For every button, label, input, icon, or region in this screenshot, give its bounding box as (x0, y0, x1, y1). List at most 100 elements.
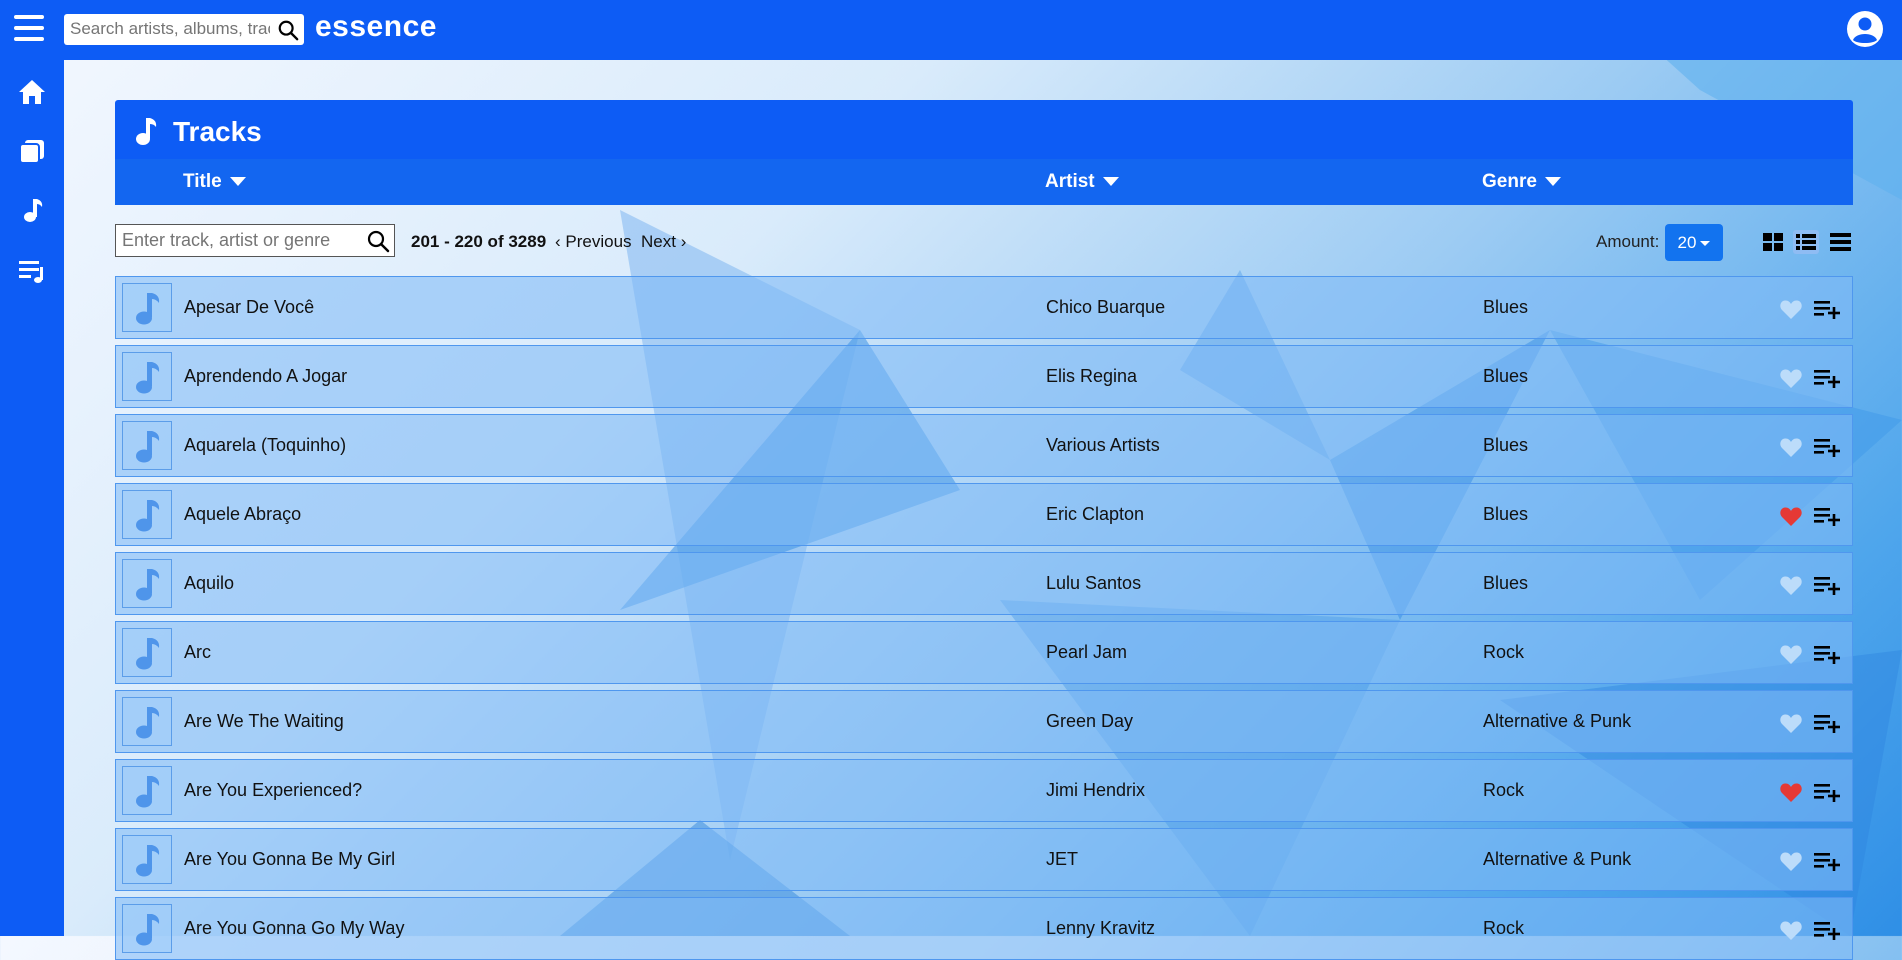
music-note-icon (136, 845, 160, 877)
favorite-heart-icon[interactable] (1779, 367, 1803, 389)
track-title: Are You Experienced? (184, 780, 363, 800)
music-note-icon[interactable] (17, 195, 47, 225)
favorite-heart-icon[interactable] (1779, 919, 1803, 941)
track-genre[interactable]: Alternative & Punk (1483, 711, 1631, 732)
track-title: Are We The Waiting (184, 711, 344, 731)
list-toolbar: 201 - 220 of 3289 ‹ Previous Next › Amou… (115, 224, 1853, 261)
track-row[interactable]: Arc Pearl Jam Rock (115, 621, 1853, 684)
favorite-heart-icon[interactable] (1779, 574, 1803, 596)
track-genre[interactable]: Blues (1483, 573, 1528, 594)
track-genre[interactable]: Rock (1483, 780, 1524, 801)
global-search-input[interactable] (64, 14, 270, 43)
favorite-heart-icon[interactable] (1779, 850, 1803, 872)
track-row[interactable]: Are You Experienced? Jimi Hendrix Rock (115, 759, 1853, 822)
chevron-right-icon: › (675, 232, 687, 251)
add-to-playlist-icon[interactable] (1813, 849, 1841, 873)
track-artist[interactable]: Pearl Jam (1046, 642, 1127, 663)
track-title: Aprendendo A Jogar (184, 366, 348, 386)
add-to-playlist-icon[interactable] (1813, 642, 1841, 666)
albums-icon[interactable] (17, 136, 47, 166)
track-row[interactable]: Are You Gonna Go My Way Lenny Kravitz Rock (115, 897, 1853, 960)
grid-view-icon[interactable] (1760, 230, 1786, 254)
track-thumbnail (122, 697, 172, 746)
compact-list-icon[interactable] (1827, 230, 1853, 254)
track-artist[interactable]: Lulu Santos (1046, 573, 1141, 594)
track-artist[interactable]: Eric Clapton (1046, 504, 1144, 525)
add-to-playlist-icon[interactable] (1813, 435, 1841, 459)
search-icon[interactable] (366, 229, 390, 253)
track-row[interactable]: Are We The Waiting Green Day Alternative &… (115, 690, 1853, 753)
sort-genre-button[interactable]: Genre (1482, 171, 1561, 193)
music-note-icon (136, 118, 157, 145)
menu-toggle-icon[interactable] (14, 15, 44, 41)
next-page-button[interactable]: Next › (641, 232, 686, 252)
music-note-icon (136, 500, 160, 532)
track-row[interactable]: Aquele Abraço Eric Clapton Blues (115, 483, 1853, 546)
search-icon[interactable] (277, 19, 299, 41)
track-genre[interactable]: Blues (1483, 297, 1528, 318)
track-artist[interactable]: JET (1046, 849, 1078, 870)
amount-select[interactable]: 20 (1665, 224, 1723, 261)
column-header: Title Artist Genre (115, 159, 1853, 205)
track-row[interactable]: Aquarela (Toquinho) Various Artists Blues (115, 414, 1853, 477)
app-brand[interactable]: essence (315, 10, 437, 44)
music-note-icon (136, 707, 160, 739)
track-thumbnail (122, 490, 172, 539)
account-icon[interactable] (1846, 10, 1884, 48)
chevron-down-icon (1544, 177, 1561, 187)
track-filter (115, 224, 395, 257)
chevron-down-icon (1102, 177, 1119, 187)
music-note-icon (136, 569, 160, 601)
sort-artist-button[interactable]: Artist (1045, 171, 1119, 193)
track-genre[interactable]: Blues (1483, 435, 1528, 456)
music-note-icon (136, 362, 160, 394)
home-icon[interactable] (17, 77, 47, 107)
track-artist[interactable]: Various Artists (1046, 435, 1160, 456)
global-search (64, 14, 304, 45)
track-title: Apesar De Você (184, 297, 315, 317)
track-genre[interactable]: Rock (1483, 642, 1524, 663)
track-artist[interactable]: Green Day (1046, 711, 1133, 732)
track-thumbnail (122, 904, 172, 953)
track-artist[interactable]: Chico Buarque (1046, 297, 1165, 318)
track-title: Aquele Abraço (184, 504, 302, 524)
favorite-heart-icon[interactable] (1779, 298, 1803, 320)
favorite-heart-icon[interactable] (1779, 505, 1803, 527)
track-title: Aquarela (Toquinho) (184, 435, 347, 455)
track-artist[interactable]: Elis Regina (1046, 366, 1137, 387)
track-genre[interactable]: Alternative & Punk (1483, 849, 1631, 870)
track-thumbnail (122, 559, 172, 608)
add-to-playlist-icon[interactable] (1813, 711, 1841, 735)
add-to-playlist-icon[interactable] (1813, 366, 1841, 390)
favorite-heart-icon[interactable] (1779, 712, 1803, 734)
chevron-down-icon (1700, 241, 1711, 247)
playlist-icon[interactable] (17, 255, 47, 285)
track-genre[interactable]: Blues (1483, 366, 1528, 387)
track-thumbnail (122, 766, 172, 815)
track-artist[interactable]: Jimi Hendrix (1046, 780, 1145, 801)
add-to-playlist-icon[interactable] (1813, 573, 1841, 597)
track-thumbnail (122, 421, 172, 470)
add-to-playlist-icon[interactable] (1813, 780, 1841, 804)
track-genre[interactable]: Blues (1483, 504, 1528, 525)
favorite-heart-icon[interactable] (1779, 436, 1803, 458)
add-to-playlist-icon[interactable] (1813, 297, 1841, 321)
add-to-playlist-icon[interactable] (1813, 918, 1841, 942)
sort-title-button[interactable]: Title (183, 171, 246, 193)
favorite-heart-icon[interactable] (1779, 643, 1803, 665)
add-to-playlist-icon[interactable] (1813, 504, 1841, 528)
favorite-heart-icon[interactable] (1779, 781, 1803, 803)
music-note-icon (136, 431, 160, 463)
pagination-range: 201 - 220 of 3289 (411, 232, 547, 251)
track-row[interactable]: Are You Gonna Be My Girl JET Alternative &… (115, 828, 1853, 891)
track-row[interactable]: Apesar De Você Chico Buarque Blues (115, 276, 1853, 339)
track-filter-input[interactable] (116, 225, 362, 256)
page-title: Tracks (173, 116, 262, 147)
list-view-icon[interactable] (1793, 230, 1819, 254)
sidebar (0, 60, 64, 936)
track-row[interactable]: Aprendendo A Jogar Elis Regina Blues (115, 345, 1853, 408)
top-bar: essence (0, 0, 1902, 60)
track-row[interactable]: Aquilo Lulu Santos Blues (115, 552, 1853, 615)
music-note-icon (136, 776, 160, 808)
previous-page-button[interactable]: ‹ Previous (555, 232, 632, 252)
